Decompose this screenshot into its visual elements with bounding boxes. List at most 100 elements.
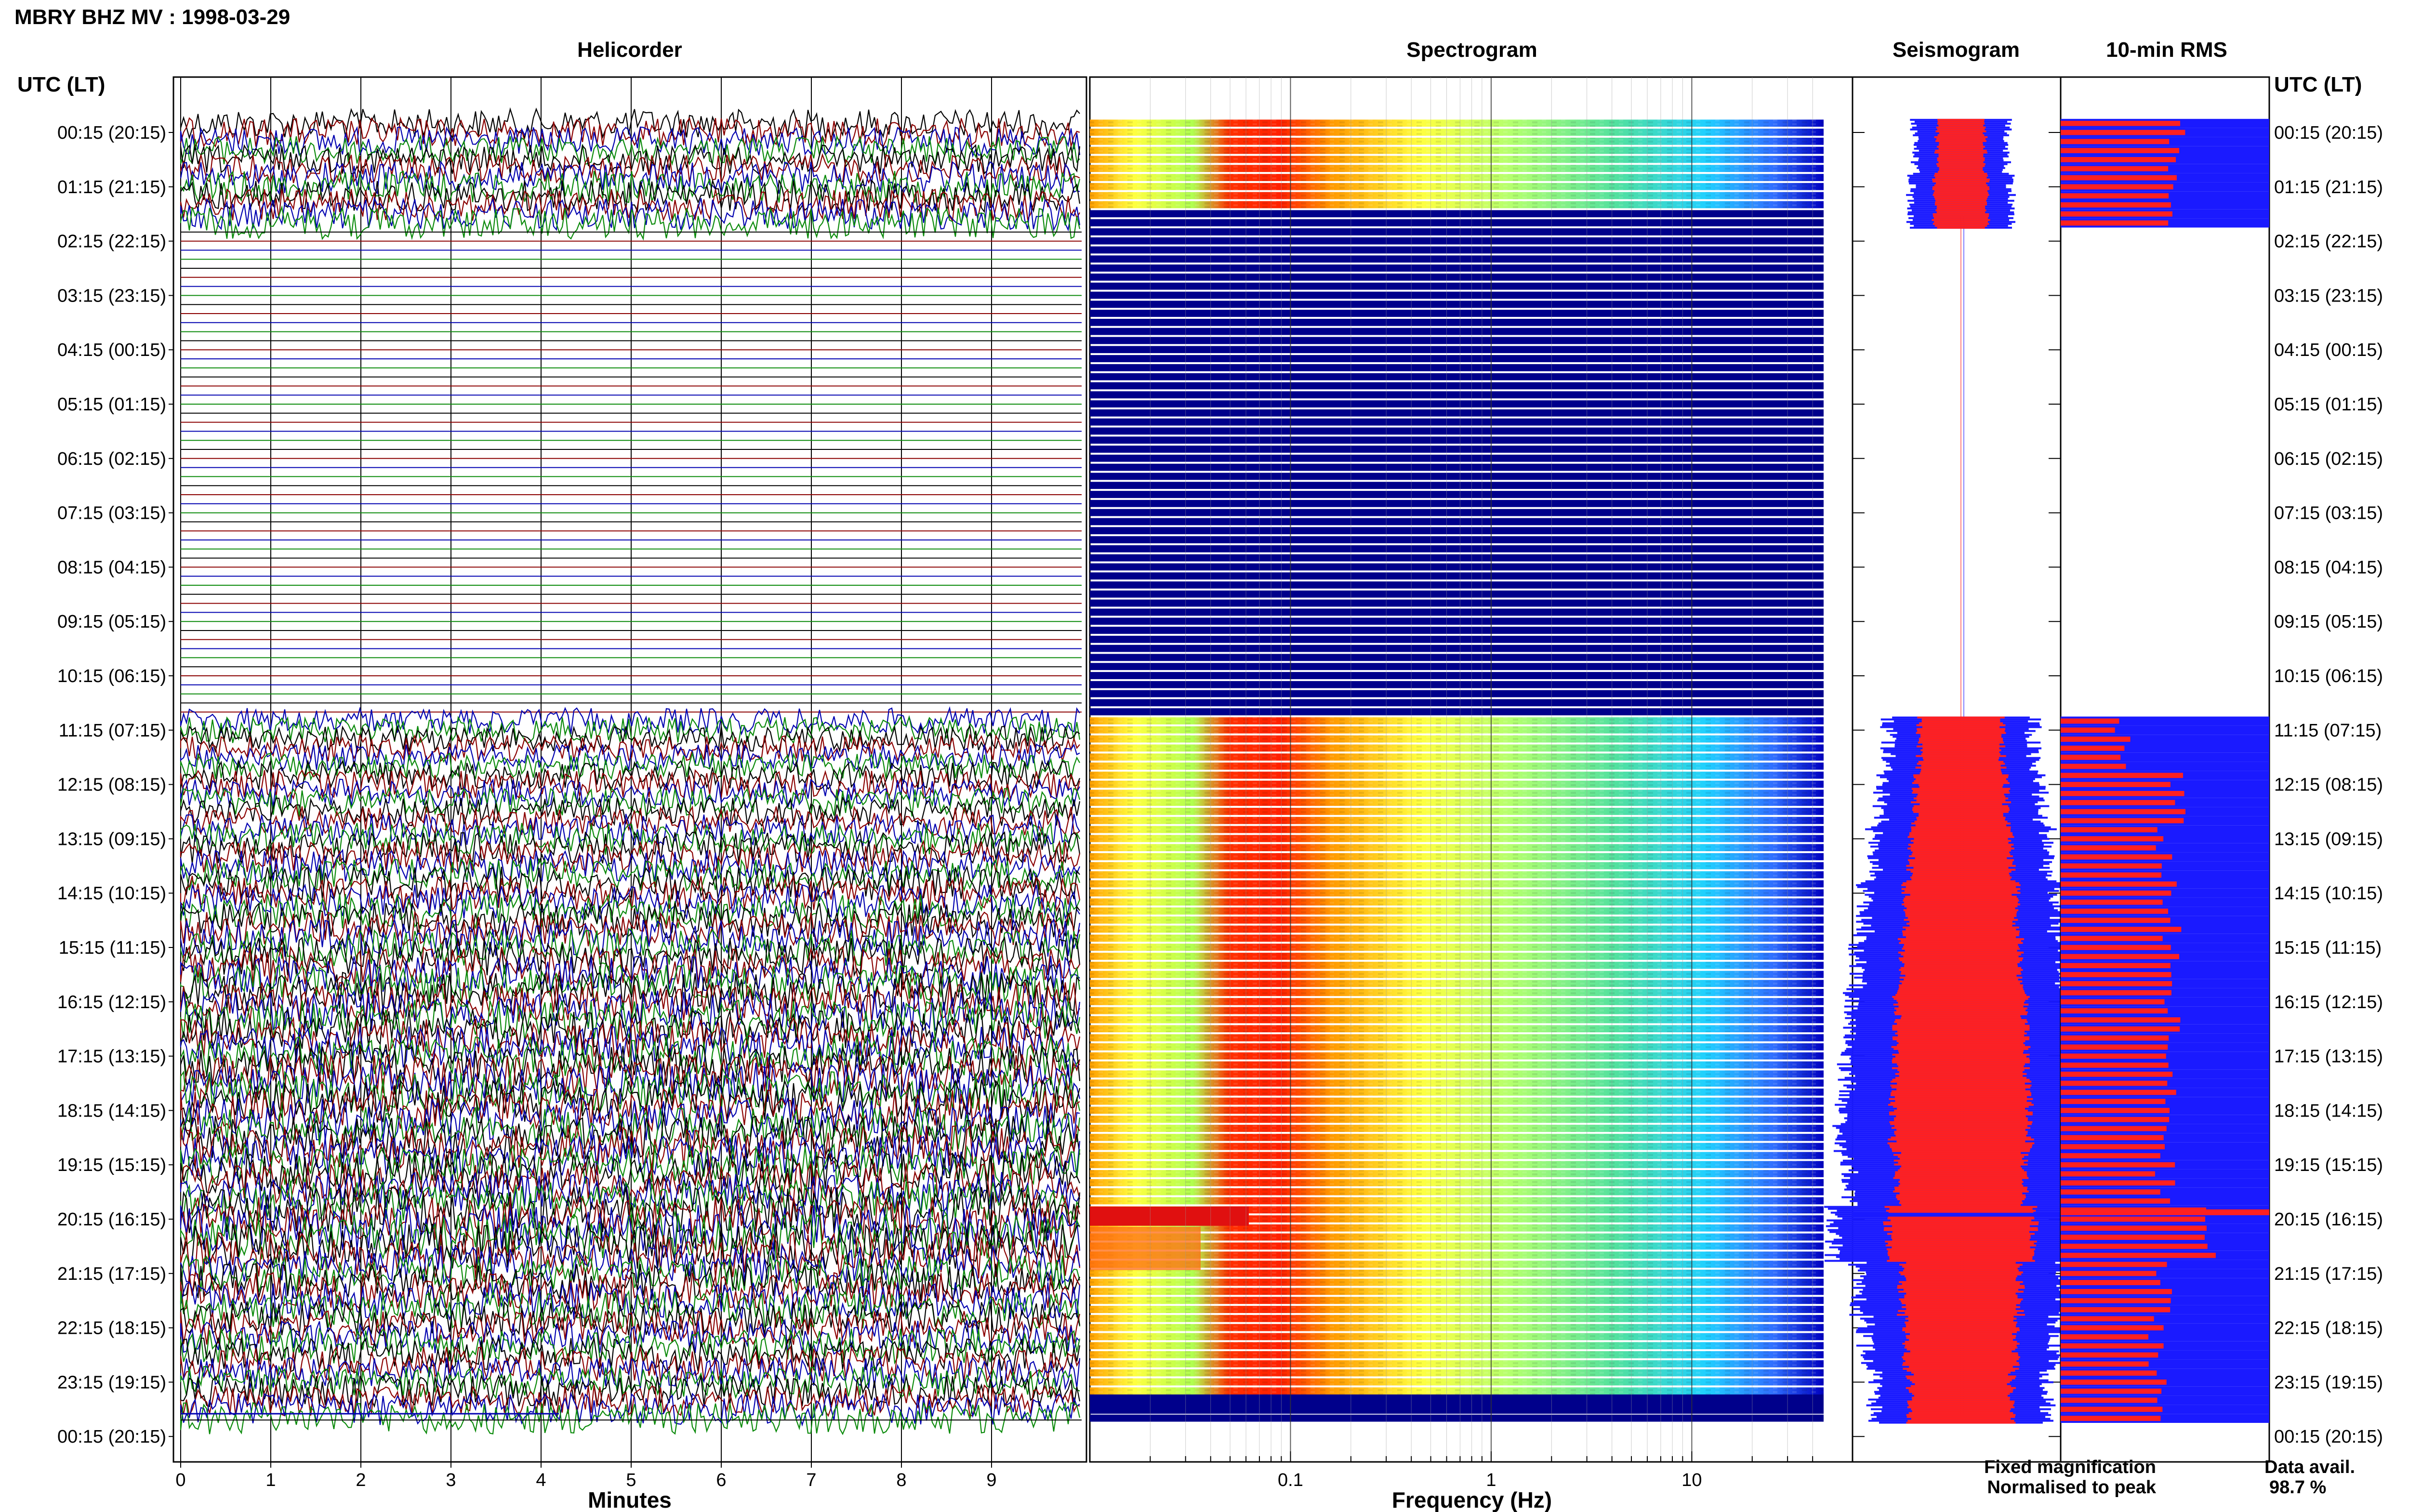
seismogram-normalised	[1934, 196, 1988, 198]
seismogram-normalised	[1909, 863, 2012, 865]
seismogram-normalised	[1899, 1071, 2023, 1073]
seismogram-normalised	[1935, 176, 1987, 179]
seismogram-normalised	[1913, 774, 2009, 776]
rms-bar-normalised	[2061, 1162, 2175, 1168]
seismogram-normalised	[1911, 801, 2011, 803]
spectrogram-row-nodata	[1090, 219, 1824, 226]
seismogram-normalised	[1892, 1231, 2029, 1233]
spectrogram-row-nodata	[1090, 282, 1824, 290]
seismogram-normalised	[1937, 165, 1985, 167]
right-time-axis-label: UTC (LT)	[2274, 73, 2362, 96]
rms-bar-normalised	[2061, 872, 2162, 878]
seismogram-normalised	[1916, 724, 2006, 726]
seismogram-normalised	[1909, 832, 2012, 834]
rms-bar-normalised	[2061, 1343, 2164, 1349]
seismogram-normalised	[1889, 1111, 2033, 1114]
seismogram-normalised	[1934, 224, 1987, 227]
seismogram-normalised	[1934, 136, 1988, 138]
right-time-label: 22:15 (18:15)	[2274, 1318, 2383, 1339]
spectrogram-row-nodata	[1090, 1414, 1824, 1422]
seismogram-normalised	[1894, 1117, 2028, 1119]
seismogram-normalised	[1903, 1269, 2019, 1272]
seismogram-normalised	[1909, 1366, 2013, 1368]
seismogram-normalised	[1894, 1011, 2028, 1013]
spectrogram-texture	[1090, 789, 1824, 797]
seismogram-normalised	[1904, 901, 2018, 904]
rms-bar-normalised	[2061, 1416, 2161, 1421]
seismogram-normalised	[1894, 1007, 2027, 1010]
seismogram-normalised	[1898, 1184, 2024, 1187]
seismogram-normalised	[1901, 884, 2021, 886]
seismogram-normalised	[1898, 1042, 2024, 1044]
seismogram-normalised	[1896, 1140, 2025, 1143]
spectrogram-texture	[1090, 889, 1824, 897]
seismogram-normalised	[1898, 1065, 2024, 1067]
seismogram-normalised	[1935, 140, 1986, 142]
minute-tick-label: 4	[536, 1470, 546, 1490]
seismogram-normalised	[1911, 826, 2011, 828]
rms-bar-normalised	[2061, 1298, 2171, 1303]
seismogram-normalised	[1919, 772, 2002, 775]
right-time-label: 04:15 (00:15)	[2274, 340, 2383, 360]
rms-bar-normalised	[2061, 718, 2119, 724]
helicorder-xaxis-label: Minutes	[588, 1487, 672, 1512]
seismogram-normalised	[1892, 1150, 2030, 1152]
seismogram-normalised	[1934, 172, 1987, 175]
seismogram-normalised	[1918, 793, 2004, 796]
seismogram-normalised	[1932, 186, 1989, 188]
seismogram-normalised	[1911, 849, 2011, 852]
seismogram-normalised	[1892, 1061, 2030, 1064]
seismogram-normalised	[1893, 1003, 2029, 1006]
seismogram-normalised	[1892, 1090, 2030, 1092]
seismogram-normalised	[1919, 784, 2003, 786]
seismogram-normalised	[1906, 1416, 2015, 1418]
seismogram-normalised	[1912, 1381, 2010, 1383]
seismogram-normalised	[1918, 761, 2004, 763]
rms-bar-normalised	[2061, 1407, 2163, 1412]
seismogram-normalised	[1935, 182, 1986, 184]
seismogram-normalised	[1898, 1181, 2024, 1183]
spectrogram-row-nodata	[1090, 463, 1824, 471]
seismogram-normalised	[1903, 899, 2019, 902]
minute-tick-label: 1	[265, 1470, 276, 1490]
spectrogram-texture	[1090, 119, 1824, 127]
spectrogram-row-nodata	[1090, 618, 1824, 625]
spectrogram-texture	[1090, 183, 1824, 190]
rms-bar-peak	[2061, 1209, 2269, 1215]
seismogram-normalised	[1912, 851, 2010, 854]
seismogram-normalised	[1937, 145, 1985, 148]
minute-tick-label: 7	[806, 1470, 816, 1490]
seismogram-normalised	[1890, 1102, 2032, 1104]
seismogram-normalised	[1894, 1021, 2028, 1023]
spectrogram-texture	[1090, 1378, 1824, 1386]
rms-bar-normalised	[2061, 1216, 2205, 1222]
seismogram-normalised	[1897, 1044, 2025, 1046]
seismogram-normalised	[1937, 122, 1985, 125]
seismogram-normalised	[1911, 1408, 2011, 1410]
seismogram-normalised	[1939, 132, 1983, 134]
seismogram-normalised	[1906, 1387, 2016, 1389]
seismogram-normalised	[1937, 120, 1985, 123]
spectrogram-row-nodata	[1090, 337, 1824, 344]
seismogram-normalised	[1912, 1410, 2010, 1412]
seismogram-normalised	[1915, 766, 2007, 769]
spectrogram-texture	[1090, 1333, 1824, 1341]
rms-bar-normalised	[2061, 1026, 2180, 1032]
seismogram-normalised	[1891, 1136, 2031, 1139]
rms-bar-normalised	[2061, 1071, 2173, 1077]
rms-bar-normalised	[2061, 845, 2156, 851]
rms-bar-normalised	[2061, 791, 2184, 796]
seismogram-normalised	[1895, 1077, 2027, 1079]
seismogram-normalised	[1897, 1107, 2025, 1110]
seismogram-normalised	[1899, 1202, 2023, 1204]
rms-bar-normalised	[2061, 1388, 2162, 1394]
seismogram-normalised	[1892, 1246, 2030, 1249]
seismogram-normalised	[1895, 1134, 2026, 1137]
seismogram-normalised	[1902, 961, 2020, 963]
seismogram-normalised	[1912, 782, 2010, 784]
seismogram-normalised	[1937, 128, 1985, 131]
seismogram-normalised	[1898, 1156, 2024, 1158]
spectrogram-texture	[1090, 1097, 1824, 1105]
right-time-label: 00:15 (20:15)	[2274, 1427, 2383, 1447]
minute-tick-label: 0	[175, 1470, 185, 1490]
